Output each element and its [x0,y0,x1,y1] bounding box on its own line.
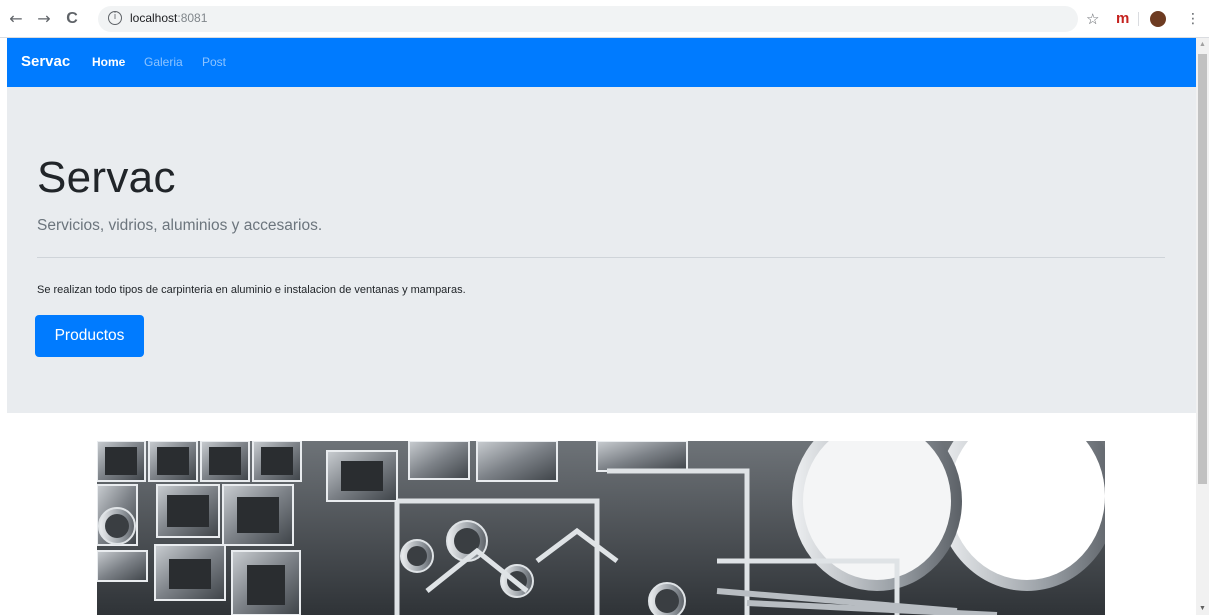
aluminum-profiles-image [97,441,1105,615]
divider [37,257,1165,258]
productos-button[interactable]: Productos [35,315,144,357]
navbar: Servac Home Galeria Post [7,38,1196,87]
url-text: localhost:8081 [130,11,208,25]
scrollbar-thumb[interactable] [1198,54,1207,484]
address-bar[interactable]: i localhost:8081 [98,6,1078,32]
toolbar-divider [1138,12,1139,26]
nav-link-galeria[interactable]: Galeria [144,55,183,69]
nav-link-home[interactable]: Home [92,55,125,69]
forward-icon[interactable]: → [34,9,54,29]
info-icon[interactable]: i [108,11,122,25]
extension-m-icon[interactable]: m [1116,9,1129,29]
page-viewport: Servac Home Galeria Post Servac Servicio… [7,38,1196,615]
browser-toolbar: ← → C i localhost:8081 ☆ m ⋮ [0,0,1209,38]
reload-icon[interactable]: C [62,9,82,29]
back-icon[interactable]: ← [6,9,26,29]
jumbotron-lead: Servicios, vidrios, aluminios y accesari… [37,217,323,234]
bookmark-star-icon[interactable]: ☆ [1086,9,1099,29]
vertical-scrollbar[interactable]: ▲ ▼ [1196,38,1209,615]
navbar-brand[interactable]: Servac [21,53,70,70]
jumbotron-text: Se realizan todo tipos de carpinteria en… [37,284,466,296]
nav-link-post[interactable]: Post [202,55,226,69]
browser-menu-icon[interactable]: ⋮ [1186,9,1200,29]
scroll-up-icon[interactable]: ▲ [1199,41,1206,48]
scroll-down-icon[interactable]: ▼ [1199,605,1206,612]
jumbotron: Servac Servicios, vidrios, aluminios y a… [7,87,1196,413]
jumbotron-title: Servac [37,153,176,202]
profile-avatar[interactable] [1150,11,1166,27]
